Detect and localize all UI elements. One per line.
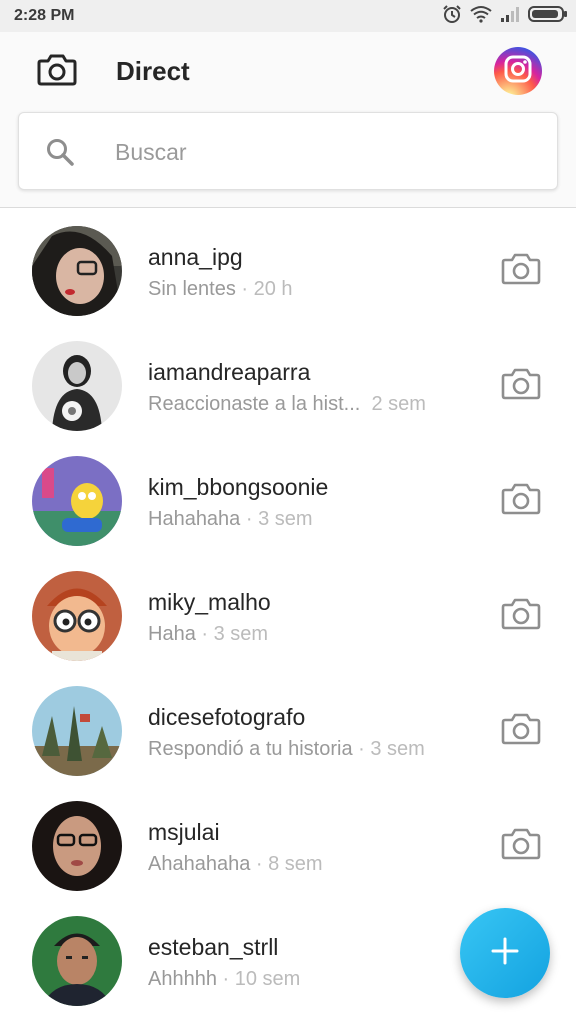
preview-time: 20 h	[253, 278, 293, 300]
preview-text: Reaccionaste a la hist...	[148, 393, 361, 415]
preview-text: Hahahaha	[148, 508, 241, 530]
preview-separator: ·	[235, 278, 254, 300]
preview-separator: ·	[195, 623, 214, 645]
reply-camera-button[interactable]	[500, 827, 542, 863]
camera-icon	[501, 826, 541, 865]
conversation-username: miky_malho	[148, 589, 271, 615]
preview-time: 3 sem	[213, 623, 269, 645]
conversation-row[interactable]: dicesefotografo Respondió a tu historia …	[0, 670, 576, 785]
conversation-username: anna_ipg	[148, 244, 243, 270]
battery-icon	[528, 5, 568, 28]
preview-text: Ahahahaha	[148, 853, 251, 875]
conversation-list: anna_ipg Sin lentes · 20 h iamandreaparr…	[0, 210, 576, 1015]
search-icon	[45, 137, 75, 172]
signal-icon	[500, 6, 520, 27]
conversation-row[interactable]: iamandreaparra Reaccionaste a la hist...…	[0, 325, 576, 440]
status-time: 2:28 PM	[14, 7, 75, 24]
conversation-row[interactable]: anna_ipg Sin lentes · 20 h	[0, 210, 576, 325]
avatar[interactable]	[32, 341, 122, 431]
camera-icon	[501, 596, 541, 635]
conversation-username: iamandreaparra	[148, 359, 311, 385]
avatar[interactable]	[32, 571, 122, 661]
preview-text: Ahhhhh	[148, 968, 217, 990]
reply-camera-button[interactable]	[500, 712, 542, 748]
alarm-icon	[442, 4, 462, 29]
search-input[interactable]	[115, 133, 535, 171]
preview-time: 2 sem	[371, 393, 426, 415]
camera-icon	[501, 251, 541, 290]
preview-time: 3 sem	[370, 738, 425, 760]
preview-time: 3 sem	[258, 508, 313, 530]
preview-time: 10 sem	[234, 968, 301, 990]
avatar[interactable]	[32, 686, 122, 776]
instagram-icon	[503, 54, 533, 89]
status-bar: 2:28 PM	[0, 0, 576, 32]
reply-camera-button[interactable]	[500, 482, 542, 518]
camera-icon	[501, 366, 541, 405]
instagram-button[interactable]	[494, 47, 542, 95]
header: Direct	[0, 32, 576, 208]
conversation-preview: Hahahaha · 3 sem	[148, 508, 313, 531]
avatar[interactable]	[32, 456, 122, 546]
conversation-username: dicesefotografo	[148, 704, 306, 730]
camera-button[interactable]	[34, 50, 80, 92]
camera-icon	[501, 481, 541, 520]
reply-camera-button[interactable]	[500, 252, 542, 288]
camera-icon	[37, 52, 77, 91]
conversation-row[interactable]: miky_malho Haha · 3 sem	[0, 555, 576, 670]
preview-text: Haha	[148, 623, 196, 645]
search-bar[interactable]	[18, 112, 558, 190]
reply-camera-button[interactable]	[500, 367, 542, 403]
conversation-row[interactable]: kim_bbongsoonie Hahahaha · 3 sem	[0, 440, 576, 555]
preview-separator: ·	[240, 508, 259, 530]
plus-icon	[490, 936, 520, 971]
conversation-preview: Respondió a tu historia · 3 sem	[148, 738, 425, 761]
conversation-preview: Haha · 3 sem	[148, 623, 268, 646]
camera-icon	[501, 711, 541, 750]
conversation-preview: Sin lentes · 20 h	[148, 278, 293, 301]
preview-separator	[360, 393, 371, 415]
new-message-button[interactable]	[460, 908, 550, 998]
conversation-username: msjulai	[148, 819, 220, 845]
conversation-row[interactable]: msjulai Ahahahaha · 8 sem	[0, 785, 576, 900]
conversation-preview: Reaccionaste a la hist... 2 sem	[148, 393, 426, 416]
avatar[interactable]	[32, 226, 122, 316]
conversation-username: kim_bbongsoonie	[148, 474, 329, 500]
preview-separator: ·	[250, 853, 269, 875]
conversation-preview: Ahahahaha · 8 sem	[148, 853, 323, 876]
preview-separator: ·	[352, 738, 371, 760]
status-icons	[442, 4, 568, 29]
preview-time: 8 sem	[268, 853, 323, 875]
avatar[interactable]	[32, 916, 122, 1006]
preview-separator: ·	[216, 968, 235, 990]
page-title: Direct	[116, 56, 190, 86]
reply-camera-button[interactable]	[500, 597, 542, 633]
preview-text: Sin lentes	[148, 278, 236, 300]
wifi-icon	[470, 5, 492, 28]
conversation-username: esteban_strll	[148, 934, 279, 960]
preview-text: Respondió a tu historia	[148, 738, 353, 760]
conversation-preview: Ahhhhh · 10 sem	[148, 968, 300, 991]
avatar[interactable]	[32, 801, 122, 891]
